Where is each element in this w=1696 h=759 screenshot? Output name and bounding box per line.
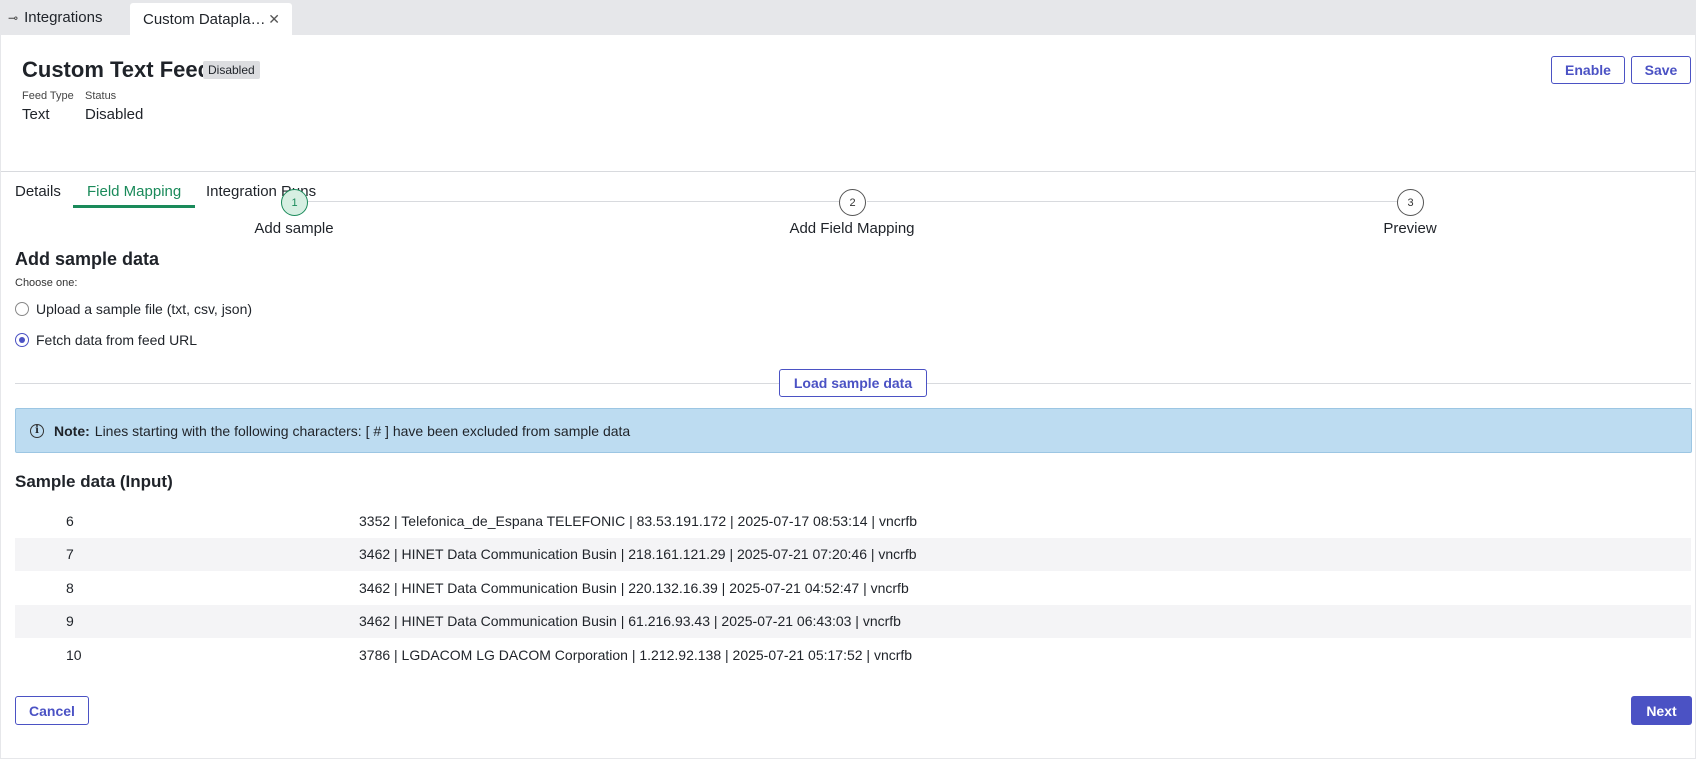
window-tab-bar: ⊸ Integrations Custom Datapla… ✕ — [0, 0, 1696, 35]
load-sample-data-button[interactable]: Load sample data — [779, 369, 927, 397]
row-value: 3786 | LGDACOM LG DACOM Corporation | 1.… — [359, 646, 913, 663]
fetch-url-radio[interactable] — [15, 333, 29, 347]
row-value: 3352 | Telefonica_de_Espana TELEFONIC | … — [359, 512, 918, 529]
row-value: 3462 | HINET Data Communication Busin | … — [359, 613, 901, 630]
fetch-url-label: Fetch data from feed URL — [36, 332, 198, 348]
stepper-connector — [308, 201, 839, 202]
status-label: Status — [85, 90, 117, 102]
main-panel: Custom Text Feed Disabled Feed Type Text… — [1, 35, 1695, 758]
step-1-circle: 1 — [281, 189, 308, 216]
sample-data-table: 6 3352 | Telefonica_de_Espana TELEFONIC … — [15, 504, 1691, 672]
step-1-label: Add sample — [254, 220, 334, 237]
note-bold-label: Note: — [54, 422, 90, 439]
info-note: i Note: Lines starting with the followin… — [15, 408, 1692, 453]
tab-field-mapping[interactable]: Field Mapping — [73, 131, 196, 208]
upload-file-radio[interactable] — [15, 302, 29, 316]
window-tab-integrations[interactable]: ⊸ Integrations — [8, 0, 102, 35]
table-row: 6 3352 | Telefonica_de_Espana TELEFONIC … — [15, 504, 1691, 538]
row-line-number: 10 — [66, 646, 82, 663]
page-title: Custom Text Feed — [22, 57, 212, 82]
step-2-label: Add Field Mapping — [789, 220, 915, 237]
choose-one-label: Choose one: — [15, 277, 78, 289]
cancel-button[interactable]: Cancel — [15, 696, 89, 725]
upload-file-label: Upload a sample file (txt, csv, json) — [36, 301, 253, 317]
upload-file-option[interactable]: Upload a sample file (txt, csv, json) — [15, 301, 252, 317]
window-tab-label: Integrations — [24, 9, 103, 26]
info-icon: i — [30, 423, 44, 438]
note-text: Lines starting with the following charac… — [94, 422, 631, 439]
status-badge: Disabled — [203, 61, 260, 79]
fetch-url-option[interactable]: Fetch data from feed URL — [15, 332, 197, 348]
next-button[interactable]: Next — [1631, 696, 1692, 725]
add-sample-title: Add sample data — [15, 249, 160, 269]
close-icon[interactable]: ✕ — [268, 11, 280, 28]
row-line-number: 9 — [66, 613, 74, 630]
tab-details[interactable]: Details — [15, 131, 61, 208]
feed-type-value: Text — [22, 106, 50, 123]
step-2-circle: 2 — [839, 189, 866, 216]
window-tab-custom-dataplane[interactable]: Custom Datapla… ✕ — [130, 3, 292, 35]
table-row: 9 3462 | HINET Data Communication Busin … — [15, 604, 1691, 638]
row-line-number: 7 — [66, 546, 74, 563]
row-value: 3462 | HINET Data Communication Busin | … — [359, 546, 917, 563]
window-tab-label: Custom Datapla… — [143, 10, 266, 28]
step-3-circle: 3 — [1397, 189, 1424, 216]
table-row: 7 3462 | HINET Data Communication Busin … — [15, 537, 1691, 571]
table-row: 8 3462 | HINET Data Communication Busin … — [15, 571, 1691, 605]
enable-button[interactable]: Enable — [1551, 56, 1625, 84]
step-3-label: Preview — [1383, 220, 1437, 237]
row-value: 3462 | HINET Data Communication Busin | … — [359, 579, 909, 596]
sample-data-title: Sample data (Input) — [15, 472, 173, 491]
row-line-number: 8 — [66, 579, 74, 596]
save-button[interactable]: Save — [1631, 56, 1691, 84]
row-line-number: 6 — [66, 512, 74, 529]
status-value: Disabled — [85, 106, 144, 123]
integrations-icon: ⊸ — [8, 10, 19, 25]
feed-type-label: Feed Type — [22, 90, 74, 102]
tabs-divider — [1, 171, 1695, 172]
table-row: 10 3786 | LGDACOM LG DACOM Corporation |… — [15, 638, 1691, 672]
stepper-connector — [867, 201, 1397, 202]
